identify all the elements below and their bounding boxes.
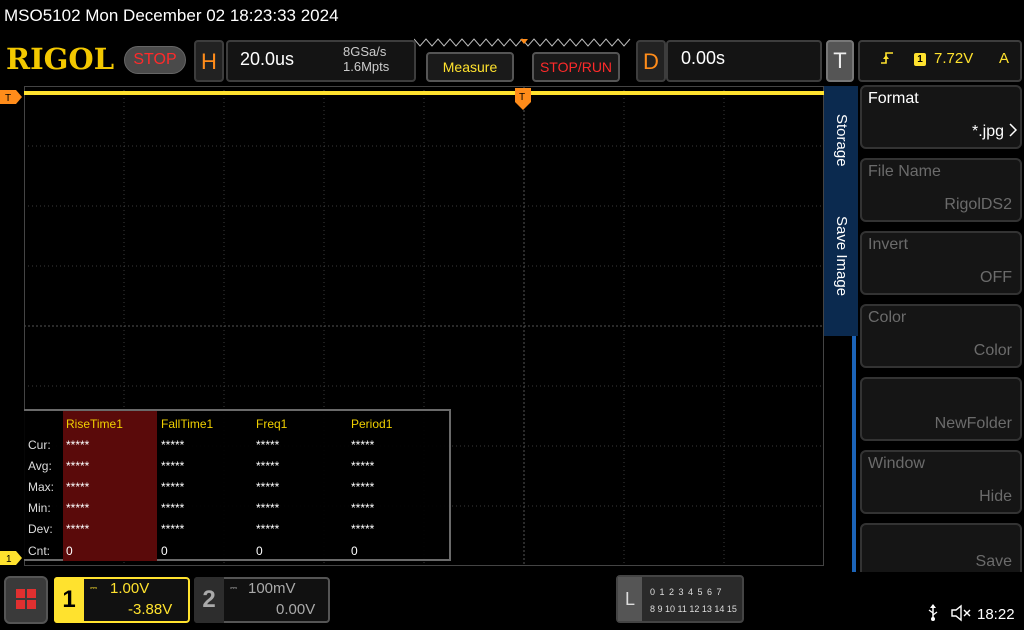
table-cell: ***** [256,438,280,452]
menu-invert-title: Invert [868,236,909,253]
menu-save[interactable]: Save [860,523,1022,579]
la-channels-0-7: 0 1 2 3 4 5 6 7 [650,587,723,597]
title-text: MSO5102 Mon December 02 18:23:33 2024 [4,6,339,25]
channel1-offset: -3.88V [128,601,173,618]
trigger-position-marker[interactable]: T [515,88,531,110]
channel1-number[interactable]: 1 [54,577,84,623]
channel1-scale: 1.00V [110,580,150,597]
trigger-source-badge: 1 [914,53,926,66]
menu-color[interactable]: Color Color [860,304,1022,368]
table-cell: 0 [161,544,168,558]
menu-file-name-value: RigolDS2 [944,196,1012,213]
chevron-right-icon [1009,123,1018,137]
svg-text:1: 1 [6,554,12,565]
la-channels-8-15: 8 9 10 11 12 13 14 15 [650,604,737,614]
trigger-level-marker[interactable]: T [0,90,22,104]
row-label-avg: Avg: [28,459,52,473]
table-cell: ***** [161,480,185,494]
horizontal-letter[interactable]: H [194,40,224,82]
table-cell: 0 [256,544,263,558]
row-label-dev: Dev: [28,522,53,536]
title-bar: MSO5102 Mon December 02 18:23:33 2024 [0,0,1024,34]
delay-value: 0.00s [681,48,726,68]
table-cell: ***** [66,480,90,494]
table-cell: ***** [161,459,185,473]
menu-format[interactable]: Format *.jpg [860,85,1022,149]
menu-new-folder-value: NewFolder [934,415,1012,432]
row-label-max: Max: [28,480,55,494]
usb-icon [928,604,938,621]
menu-color-value: Color [973,342,1012,359]
logic-analyzer-letter[interactable]: L [618,577,642,621]
menu-window-value: Hide [979,488,1012,505]
menu-color-title: Color [868,309,907,326]
tab-save-image[interactable]: Save Image [833,216,850,296]
channel2-offset: 0.00V [276,601,316,618]
table-cell: ***** [351,501,375,515]
table-cell: ***** [256,459,280,473]
menu-save-value: Save [975,553,1012,570]
table-cell: ***** [256,480,280,494]
channel2-scale: 100mV [248,580,296,597]
side-menu-tab[interactable]: Storage Save Image [824,86,858,336]
table-cell: 0 [351,544,358,558]
menu-format-title: Format [868,90,919,107]
row-label-min: Min: [28,501,51,515]
table-cell: ***** [256,522,280,536]
dc-coupling-icon: ⎓ [230,583,238,593]
svg-text:T: T [519,92,525,103]
table-cell: ***** [66,522,90,536]
grid-menu-icon [16,589,36,609]
home-button[interactable] [4,576,48,624]
menu-window-title: Window [868,455,925,472]
table-cell: 0 [66,544,73,558]
table-cell: ***** [66,438,90,452]
memory-depth: 1.6Mpts [343,59,390,74]
table-cell: ***** [161,522,185,536]
mute-icon[interactable] [950,604,972,622]
timebase-value: 20.0us [240,49,295,69]
delay-letter[interactable]: D [636,40,666,82]
header-freq[interactable]: Freq1 [256,417,287,431]
header-falltime[interactable]: FallTime1 [161,417,213,431]
trigger-level-value: 7.72V [934,50,974,67]
stop-run-button[interactable]: STOP/RUN [532,52,620,82]
system-clock: 18:22 [977,606,1015,623]
rigol-logo: RIGOL [6,42,115,76]
table-cell: ***** [161,501,185,515]
menu-file-name[interactable]: File Name RigolDS2 [860,158,1022,222]
measure-button[interactable]: Measure [426,52,514,82]
header-risetime[interactable]: RiseTime1 [66,417,123,431]
dc-coupling-icon: ⎓ [90,583,98,593]
table-cell: ***** [351,438,375,452]
table-cell: ***** [351,480,375,494]
header-period[interactable]: Period1 [351,417,392,431]
menu-invert-value: OFF [980,269,1012,286]
rising-edge-icon [881,52,893,64]
menu-format-value: *.jpg [971,123,1004,140]
table-cell: ***** [66,501,90,515]
sample-rate: 8GSa/s [343,44,387,59]
table-cell: ***** [256,501,280,515]
tab-storage[interactable]: Storage [833,114,850,167]
svg-text:T: T [5,93,11,104]
channel2-number[interactable]: 2 [194,577,224,623]
trigger-position-strip [414,38,631,47]
menu-new-folder[interactable]: NewFolder [860,377,1022,441]
table-cell: ***** [351,459,375,473]
trigger-mode: A [999,50,1010,67]
run-state-badge[interactable]: STOP [124,46,186,74]
table-cell: ***** [66,459,90,473]
row-label-cnt: Cnt: [28,544,51,558]
menu-file-name-title: File Name [868,163,941,180]
sample-rate-info: 8GSa/s 1.6Mpts [343,44,389,74]
menu-window[interactable]: Window Hide [860,450,1022,514]
trigger-letter[interactable]: T [826,40,854,82]
row-label-cur: Cur: [28,438,51,452]
menu-invert[interactable]: Invert OFF [860,231,1022,295]
table-cell: ***** [161,438,185,452]
measurement-table[interactable]: RiseTime1 FallTime1 Freq1 Period1 Cur: *… [24,409,451,561]
table-cell: ***** [351,522,375,536]
ch1-offset-marker[interactable]: 1 [0,551,22,565]
